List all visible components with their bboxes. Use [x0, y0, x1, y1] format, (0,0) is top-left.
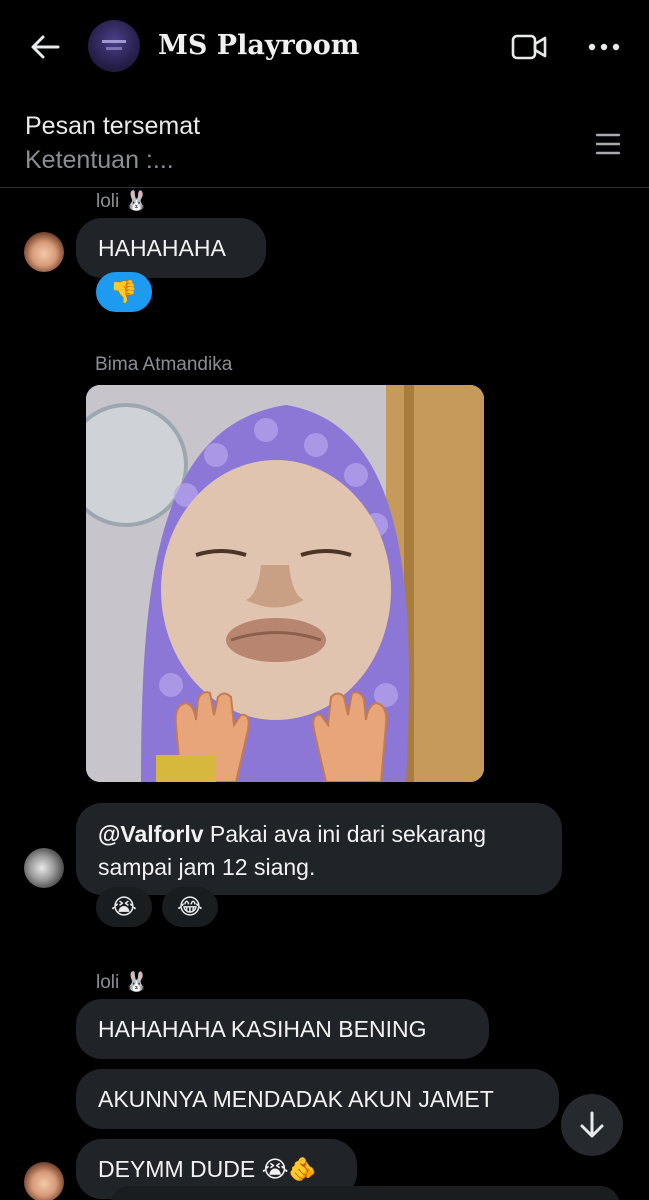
arrow-down-icon: [580, 1111, 604, 1138]
scroll-to-bottom-button[interactable]: [561, 1094, 623, 1156]
sender-name: loli 🐰: [96, 971, 149, 993]
crying-emoji: 😭: [111, 894, 137, 919]
message-text: HAHAHAHA: [98, 234, 226, 261]
avatar[interactable]: [24, 232, 64, 272]
pinned-message-banner[interactable]: Pesan tersemat Ketentuan :...: [0, 100, 649, 188]
message-bubble[interactable]: @Valforlv Pakai ava ini dari sekarang sa…: [76, 803, 562, 895]
group-avatar[interactable]: [88, 20, 140, 72]
list-icon[interactable]: [594, 132, 622, 156]
back-arrow-icon[interactable]: [28, 30, 62, 64]
thumbs-down-emoji: 👎: [110, 279, 138, 304]
laughing-emoji: 😂: [177, 894, 203, 919]
message-bubble[interactable]: HAHAHAHA KASIHAN BENING: [76, 999, 489, 1059]
sender-name: Bima Atmandika: [95, 354, 233, 375]
message-composer[interactable]: [110, 1186, 620, 1200]
group-title[interactable]: MS Playroom: [158, 30, 359, 61]
reaction-laughing[interactable]: 😂: [162, 887, 218, 927]
rabbit-emoji: 🐰: [124, 971, 149, 993]
photo-image: [86, 385, 484, 782]
shared-photo[interactable]: [86, 385, 484, 782]
reaction-crying[interactable]: 😭: [96, 887, 152, 927]
sender-name: loli 🐰: [96, 190, 149, 212]
avatar[interactable]: [24, 848, 64, 888]
chat-header: MS Playroom: [0, 0, 649, 96]
message-text: AKUNNYA MENDADAK AKUN JAMET: [98, 1085, 494, 1112]
video-camera-icon[interactable]: [510, 32, 548, 62]
pinned-preview: Ketentuan :...: [25, 146, 174, 174]
message-bubble[interactable]: AKUNNYA MENDADAK AKUN JAMET: [76, 1069, 559, 1129]
message-text: HAHAHAHA KASIHAN BENING: [98, 1015, 427, 1042]
avatar[interactable]: [24, 1162, 64, 1200]
message-bubble[interactable]: HAHAHAHA: [76, 218, 266, 278]
rabbit-emoji: 🐰: [124, 190, 149, 212]
reaction-thumbs-down[interactable]: 👎: [96, 272, 152, 312]
more-horizontal-icon[interactable]: [586, 34, 622, 60]
message-text: DEYMM DUDE: [98, 1155, 256, 1182]
mention-link[interactable]: @Valforlv: [98, 821, 204, 847]
crying-pointing-emoji: 😭🫵: [261, 1156, 318, 1183]
pinned-title: Pesan tersemat: [25, 112, 201, 140]
